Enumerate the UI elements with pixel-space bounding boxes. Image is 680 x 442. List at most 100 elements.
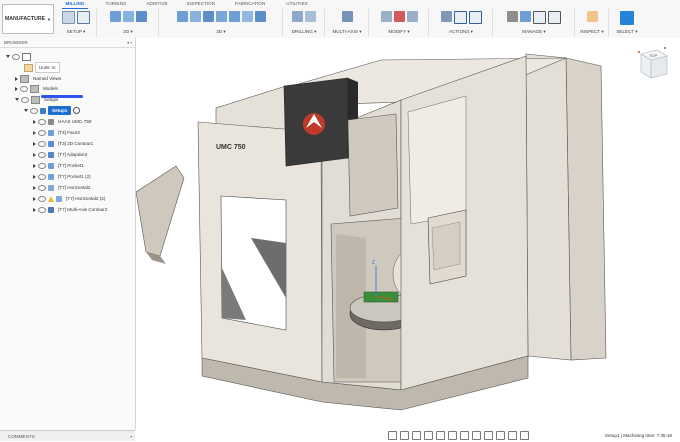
- 2d-pocket-icon[interactable]: [122, 11, 134, 22]
- view-cube-icon[interactable]: TOP: [633, 44, 671, 84]
- visibility-eye-icon[interactable]: [21, 96, 29, 103]
- probe-icon[interactable]: [520, 431, 529, 440]
- expand-icon[interactable]: [24, 109, 28, 112]
- expand-icon[interactable]: [15, 86, 18, 91]
- machine-item[interactable]: HAAS UMC-750: [33, 117, 93, 126]
- expand-icon[interactable]: [15, 98, 19, 101]
- tab-fabrication[interactable]: FABRICATION: [232, 0, 268, 8]
- tab-turning[interactable]: TURNING: [103, 0, 129, 8]
- expand-icon[interactable]: [33, 207, 36, 212]
- machine-library-icon[interactable]: [548, 11, 561, 24]
- active-setup-radio-icon[interactable]: [73, 107, 81, 114]
- 3d-group[interactable]: 3D ▾: [160, 9, 283, 37]
- expand-icon[interactable]: [33, 141, 36, 146]
- document-root[interactable]: [6, 52, 31, 61]
- nc-program-icon[interactable]: [468, 11, 482, 24]
- models-item[interactable]: Models: [15, 84, 60, 93]
- expand-icon[interactable]: [15, 76, 18, 81]
- collapse-panel-icon[interactable]: ◂ ▪: [127, 38, 132, 47]
- expand-icon[interactable]: [33, 163, 36, 168]
- multi-axis-group[interactable]: MULTI-AXIS ▾: [326, 9, 369, 37]
- pocket-icon[interactable]: [189, 11, 201, 22]
- diamond-icon[interactable]: [496, 431, 505, 440]
- comments-panel[interactable]: COMMENTS ▪: [0, 430, 135, 441]
- zoom-icon[interactable]: [424, 431, 433, 440]
- drill-icon[interactable]: [292, 11, 303, 22]
- duplicate-icon[interactable]: [406, 11, 418, 22]
- display-settings-icon[interactable]: [448, 431, 457, 440]
- modify-tool-icon[interactable]: [380, 11, 392, 22]
- drilling-group[interactable]: DRILLING ▾: [284, 9, 325, 37]
- tab-additive[interactable]: ADDITIVE: [143, 0, 171, 8]
- visibility-eye-icon[interactable]: [20, 85, 28, 92]
- expand-icon[interactable]: [33, 185, 36, 190]
- actions-group[interactable]: ACTIONS ▾: [430, 9, 493, 37]
- post-library-icon[interactable]: [533, 11, 546, 24]
- expand-icon[interactable]: [6, 55, 10, 58]
- visibility-eye-icon[interactable]: [12, 53, 20, 60]
- multi-axis-icon[interactable]: [341, 11, 353, 22]
- modify-group[interactable]: MODIFY ▾: [370, 9, 429, 37]
- expand-icon[interactable]: [33, 152, 36, 157]
- viewport-canvas[interactable]: Z UMC 750: [135, 38, 680, 430]
- operation-item[interactable]: [T7] Pocket1 (2): [33, 172, 93, 181]
- workspace-switcher[interactable]: MANUFACTURE ▼: [2, 4, 54, 34]
- expand-icon[interactable]: [33, 130, 36, 135]
- 2d-adaptive-icon[interactable]: [109, 11, 121, 22]
- visibility-eye-icon[interactable]: [38, 118, 46, 125]
- inspect-group[interactable]: INSPECT ▾: [576, 9, 609, 37]
- look-at-icon[interactable]: [400, 431, 409, 440]
- visibility-eye-icon[interactable]: [30, 107, 38, 114]
- tool-library-icon[interactable]: [507, 11, 518, 22]
- view-cube[interactable]: TOP: [633, 44, 671, 84]
- select-group[interactable]: SELECT ▾: [610, 9, 644, 37]
- tab-inspection[interactable]: INSPECTION: [184, 0, 218, 8]
- visibility-eye-icon[interactable]: [38, 151, 46, 158]
- face-icon[interactable]: [135, 11, 147, 22]
- visibility-eye-icon[interactable]: [38, 129, 46, 136]
- setup-group[interactable]: SETUP ▾: [56, 9, 97, 37]
- adaptive-icon[interactable]: [176, 11, 188, 22]
- operation-item[interactable]: [T7] Horizontal2: [33, 183, 92, 192]
- measure-icon[interactable]: [586, 11, 598, 22]
- expand-comments-icon[interactable]: ▪: [130, 431, 132, 442]
- expand-icon[interactable]: [33, 174, 36, 179]
- operation-item[interactable]: [T7] Multi-Axis Contour2: [33, 205, 109, 214]
- operation-item[interactable]: [T7] Pocket1: [33, 161, 86, 170]
- setups-item[interactable]: Setups: [15, 95, 60, 104]
- visibility-eye-icon[interactable]: [38, 162, 46, 169]
- setup-sheet-icon[interactable]: [77, 11, 90, 24]
- machine-model-view[interactable]: Z UMC 750: [135, 38, 680, 430]
- expand-icon[interactable]: [33, 119, 36, 124]
- rotate-icon[interactable]: [484, 431, 493, 440]
- select-cursor-icon[interactable]: [620, 11, 634, 25]
- folder-icon[interactable]: [62, 11, 75, 24]
- visibility-eye-icon[interactable]: [38, 206, 46, 213]
- tab-utilities[interactable]: UTILITIES: [284, 0, 310, 8]
- setup1-item[interactable]: Setup1: [24, 106, 81, 115]
- operation-item[interactable]: [T7] Adaptive2: [33, 150, 89, 159]
- template-library-icon[interactable]: [520, 11, 531, 22]
- visibility-eye-icon[interactable]: [38, 140, 46, 147]
- operation-item[interactable]: [T3] 2D Contour1: [33, 139, 95, 148]
- post-process-icon[interactable]: [453, 11, 467, 24]
- expand-icon[interactable]: [33, 196, 36, 201]
- 2d-group[interactable]: 2D ▾: [98, 9, 159, 37]
- units-item[interactable]: Units: in: [24, 62, 60, 73]
- visibility-eye-icon[interactable]: [38, 184, 46, 191]
- contour-icon[interactable]: [215, 11, 227, 22]
- scallop-icon[interactable]: [228, 11, 240, 22]
- thread-icon[interactable]: [305, 11, 316, 22]
- operation-item[interactable]: [T4] Face2: [33, 128, 82, 137]
- horizontal-icon[interactable]: [241, 11, 253, 22]
- section-icon[interactable]: [508, 431, 517, 440]
- delete-toolpath-icon[interactable]: [393, 11, 405, 22]
- orbit-icon[interactable]: [388, 431, 397, 440]
- named-views-item[interactable]: Named Views: [15, 74, 63, 83]
- manage-group[interactable]: MANAGE ▾: [494, 9, 575, 37]
- operation-item[interactable]: [T7] Horizontal2 (2): [33, 194, 107, 203]
- visibility-eye-icon[interactable]: [38, 173, 46, 180]
- simulate-icon[interactable]: [440, 11, 452, 22]
- tab-milling[interactable]: MILLING: [62, 0, 88, 9]
- grid-icon[interactable]: [460, 431, 469, 440]
